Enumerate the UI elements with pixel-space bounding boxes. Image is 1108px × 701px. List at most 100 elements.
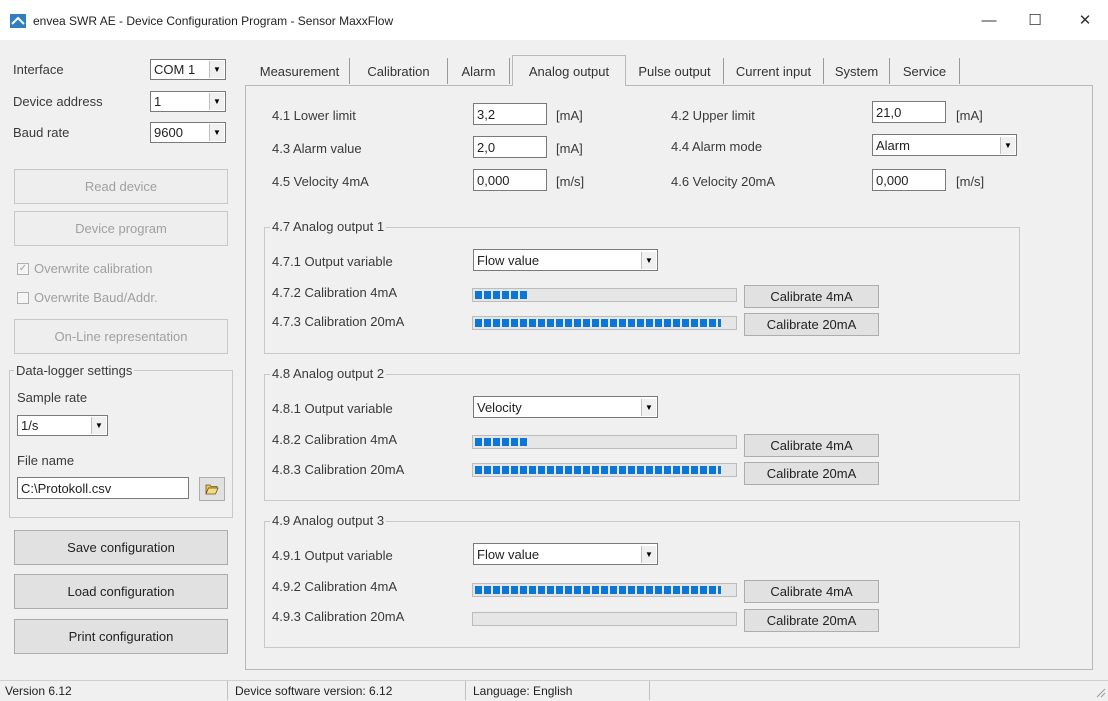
load-configuration-button[interactable]: Load configuration [14,574,228,609]
device-address-select[interactable]: 1 ▼ [150,91,226,112]
interface-select[interactable]: COM 1 ▼ [150,59,226,80]
calibrate-4ma-button[interactable]: Calibrate 4mA [744,580,879,603]
alarm-value-label: 4.3 Alarm value [272,141,362,156]
output-variable-value: Velocity [477,399,522,415]
alarm-mode-value: Alarm [876,137,910,153]
calibration-20ma-progress [472,463,737,477]
alarm-value-unit: [mA] [556,141,583,156]
chevron-down-icon: ▼ [91,417,106,434]
minimize-button[interactable]: — [966,0,1012,40]
calibration-4ma-label: 4.7.2 Calibration 4mA [272,285,398,300]
overwrite-calibration-checkbox[interactable]: ✓ [17,263,29,275]
lower-limit-label: 4.1 Lower limit [272,108,356,123]
analog-output-1-title: 4.7 Analog output 1 [270,219,387,234]
chevron-down-icon: ▼ [1000,136,1015,154]
calibrate-4ma-button[interactable]: Calibrate 4mA [744,285,879,308]
calibration-4ma-label: 4.8.2 Calibration 4mA [272,432,398,447]
print-configuration-button[interactable]: Print configuration [14,619,228,654]
tab-analog-output[interactable]: Analog output [512,55,626,86]
velocity-20ma-input[interactable]: 0,000 [872,169,946,191]
calibration-4ma-progress [472,583,737,597]
overwrite-calibration-label: Overwrite calibration [34,261,153,276]
output-variable-select[interactable]: Velocity ▼ [473,396,658,418]
device-program-button[interactable]: Device program [14,211,228,246]
velocity-4ma-unit: [m/s] [556,174,585,189]
folder-open-icon [205,484,219,495]
tab-current-input[interactable]: Current input [724,58,824,84]
velocity-4ma-input[interactable]: 0,000 [473,169,547,191]
device-address-value: 1 [154,94,162,109]
file-name-label: File name [17,453,75,468]
lower-limit-input[interactable]: 3,2 [473,103,547,125]
velocity-4ma-label: 4.5 Velocity 4mA [272,174,369,189]
alarm-value-input[interactable]: 2,0 [473,136,547,158]
velocity-20ma-label: 4.6 Velocity 20mA [671,174,776,189]
window-title: envea SWR AE - Device Configuration Prog… [33,14,394,28]
calibrate-20ma-button[interactable]: Calibrate 20mA [744,609,879,632]
output-variable-value: Flow value [477,546,540,562]
output-variable-label: 4.7.1 Output variable [272,254,393,269]
online-representation-button[interactable]: On-Line representation [14,319,228,354]
maximize-button[interactable]: ☐ [1012,0,1058,40]
tab-pulse-output[interactable]: Pulse output [626,58,724,84]
output-variable-select[interactable]: Flow value ▼ [473,543,658,565]
chevron-down-icon: ▼ [641,251,656,269]
calibration-4ma-label: 4.9.2 Calibration 4mA [272,579,398,594]
sample-rate-label: Sample rate [17,390,88,405]
browse-button[interactable] [199,477,225,501]
chevron-down-icon: ▼ [641,398,656,416]
upper-limit-unit: [mA] [956,108,983,123]
velocity-20ma-unit: [m/s] [956,174,985,189]
calibrate-20ma-button[interactable]: Calibrate 20mA [744,313,879,336]
tab-alarm[interactable]: Alarm [448,58,510,84]
language-status: Language: English [468,681,650,700]
interface-value: COM 1 [154,62,196,77]
tab-calibration[interactable]: Calibration [350,58,448,84]
output-variable-value: Flow value [477,252,540,268]
datalogger-title: Data-logger settings [14,363,135,378]
analog-output-2-title: 4.8 Analog output 2 [270,366,387,381]
upper-limit-input[interactable]: 21,0 [872,101,946,123]
calibration-20ma-label: 4.7.3 Calibration 20mA [272,314,405,329]
device-address-label: Device address [13,94,103,109]
tab-system[interactable]: System [824,58,890,84]
output-variable-label: 4.8.1 Output variable [272,401,393,416]
alarm-mode-select[interactable]: Alarm ▼ [872,134,1017,156]
calibration-20ma-label: 4.9.3 Calibration 20mA [272,609,405,624]
upper-limit-label: 4.2 Upper limit [671,108,755,123]
baud-rate-label: Baud rate [13,125,70,140]
calibration-20ma-progress [472,316,737,330]
save-configuration-button[interactable]: Save configuration [14,530,228,565]
sample-rate-value: 1/s [21,418,39,433]
chevron-down-icon: ▼ [641,545,656,563]
output-variable-label: 4.9.1 Output variable [272,548,393,563]
version-status: Version 6.12 [0,681,228,700]
calibration-4ma-progress [472,288,737,302]
overwrite-baud-label: Overwrite Baud/Addr. [34,290,158,305]
chevron-down-icon: ▼ [209,93,224,110]
chevron-down-icon: ▼ [209,124,224,141]
overwrite-baud-checkbox[interactable] [17,292,29,304]
read-device-button[interactable]: Read device [14,169,228,204]
calibration-20ma-label: 4.8.3 Calibration 20mA [272,462,405,477]
calibrate-20ma-button[interactable]: Calibrate 20mA [744,462,879,485]
output-variable-select[interactable]: Flow value ▼ [473,249,658,271]
chevron-down-icon: ▼ [209,61,224,78]
baud-rate-value: 9600 [154,125,183,140]
calibration-20ma-progress [472,612,737,626]
close-button[interactable]: ✕ [1062,0,1108,40]
interface-label: Interface [13,62,64,77]
calibrate-4ma-button[interactable]: Calibrate 4mA [744,434,879,457]
lower-limit-unit: [mA] [556,108,583,123]
envea-logo-icon [10,14,26,28]
tab-service[interactable]: Service [890,58,960,84]
device-software-status: Device software version: 6.12 [230,681,466,700]
sample-rate-select[interactable]: 1/s ▼ [17,415,108,436]
baud-rate-select[interactable]: 9600 ▼ [150,122,226,143]
file-name-input[interactable]: C:\Protokoll.csv [17,477,189,499]
alarm-mode-label: 4.4 Alarm mode [671,139,763,154]
tab-measurement[interactable]: Measurement [250,58,350,84]
resize-grip-icon[interactable] [1094,686,1106,698]
calibration-4ma-progress [472,435,737,449]
analog-output-3-title: 4.9 Analog output 3 [270,513,387,528]
